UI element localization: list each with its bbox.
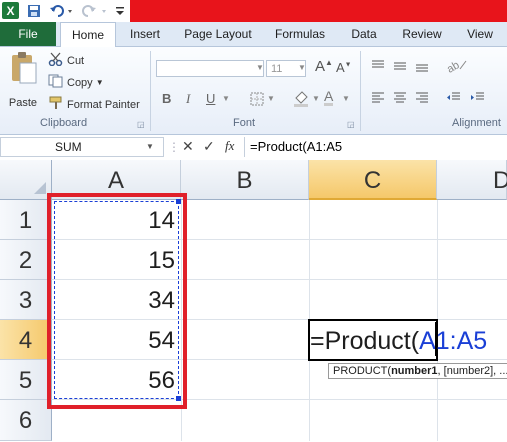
- tooltip-active-argument: number1: [391, 365, 438, 377]
- font-name-box[interactable]: [156, 60, 264, 77]
- formula-bar: SUM ▼ ⋮ ✕ ✓ fx =Product(A1:A5: [0, 135, 507, 161]
- group-separator: [360, 51, 361, 131]
- bold-button[interactable]: B: [162, 91, 171, 106]
- customize-quick-access-icon[interactable]: [114, 3, 126, 19]
- excel-logo-icon[interactable]: X: [2, 2, 19, 19]
- font-group-label: Font: [233, 117, 256, 129]
- divider: [244, 137, 245, 157]
- chevron-down-icon: ▼: [95, 78, 104, 87]
- chevron-down-icon[interactable]: ▼: [256, 63, 264, 72]
- tab-page-layout[interactable]: Page Layout: [178, 22, 258, 46]
- alignment-group-label: Alignment: [452, 117, 501, 129]
- row-header-5[interactable]: 5: [0, 360, 52, 400]
- worksheet-grid: A B C D 1 2 3 4 5 6 14 15 34 54 56 =Prod…: [0, 160, 507, 441]
- ribbon: Paste Cut Copy ▼ Format Painter Clipboar…: [0, 47, 507, 135]
- name-box-value: SUM: [55, 140, 82, 154]
- align-top-icon[interactable]: [370, 59, 386, 76]
- italic-button[interactable]: I: [186, 91, 190, 107]
- align-bottom-icon[interactable]: [414, 59, 430, 76]
- column-header-b[interactable]: B: [181, 160, 309, 200]
- select-all-corner[interactable]: [0, 160, 52, 200]
- text-cursor: [435, 322, 436, 356]
- borders-icon[interactable]: [250, 92, 264, 109]
- orientation-icon[interactable]: ab: [445, 57, 468, 76]
- formula-prefix: =Product(: [310, 327, 420, 355]
- paste-label: Paste: [8, 97, 38, 109]
- ribbon-tabs: File Home Insert Page Layout Formulas Da…: [0, 22, 507, 48]
- underline-button[interactable]: U: [206, 91, 215, 106]
- row-header-6[interactable]: 6: [0, 400, 52, 441]
- dialog-launcher-icon[interactable]: ◲: [137, 120, 145, 129]
- tab-formulas[interactable]: Formulas: [268, 22, 332, 46]
- tooltip-function-name: PRODUCT(: [333, 365, 392, 377]
- chevron-down-icon[interactable]: ▼: [298, 63, 306, 72]
- tab-review[interactable]: Review: [396, 22, 448, 46]
- insert-function-icon[interactable]: fx: [225, 138, 234, 154]
- dialog-launcher-icon[interactable]: ◲: [347, 120, 355, 129]
- chevron-down-icon[interactable]: ▼: [267, 94, 275, 103]
- cut-label: Cut: [67, 54, 85, 67]
- svg-text:ab: ab: [446, 59, 462, 73]
- align-middle-icon[interactable]: [392, 59, 408, 76]
- copy-label: Copy: [67, 76, 93, 89]
- row-header-3[interactable]: 3: [0, 280, 52, 320]
- chevron-down-icon[interactable]: ▼: [146, 142, 154, 151]
- paintbrush-icon: [48, 96, 64, 113]
- format-painter-button[interactable]: Format Painter: [48, 96, 140, 113]
- title-strip: [130, 0, 507, 22]
- copy-button[interactable]: Copy ▼: [48, 74, 104, 91]
- group-separator: [150, 51, 151, 131]
- row-header-2[interactable]: 2: [0, 240, 52, 280]
- tab-data[interactable]: Data: [344, 22, 384, 46]
- chevron-down-icon[interactable]: ▼: [342, 94, 350, 103]
- paste-button[interactable]: Paste: [6, 51, 40, 111]
- highlight-box: [47, 193, 187, 409]
- fill-color-icon[interactable]: [292, 89, 310, 110]
- shrink-font-icon[interactable]: A▼: [336, 60, 352, 75]
- cell-c4-editor[interactable]: =Product(A1:A5: [310, 320, 507, 360]
- column-header-c[interactable]: C: [309, 160, 437, 200]
- scissors-icon: [48, 52, 64, 69]
- grow-font-icon[interactable]: A▲: [315, 58, 333, 75]
- align-left-icon[interactable]: [370, 91, 386, 108]
- formula-range-ref: A1:A5: [419, 327, 488, 355]
- cancel-icon[interactable]: ✕: [182, 138, 194, 155]
- increase-indent-icon[interactable]: [470, 91, 486, 108]
- grip-icon: ⋮: [168, 140, 180, 154]
- function-tooltip[interactable]: PRODUCT(number1, [number2], ...: [328, 363, 507, 379]
- title-bar: X: [0, 0, 507, 22]
- tooltip-rest-arguments: , [number2], ...: [437, 365, 507, 377]
- font-size-value: 11: [271, 63, 283, 75]
- align-center-icon[interactable]: [392, 91, 408, 108]
- formula-input[interactable]: =Product(A1:A5: [250, 139, 342, 154]
- decrease-indent-icon[interactable]: [446, 91, 462, 108]
- tab-file[interactable]: File: [0, 22, 56, 46]
- cut-button[interactable]: Cut: [48, 52, 84, 69]
- name-box[interactable]: SUM: [0, 137, 164, 157]
- column-header-d[interactable]: D: [437, 160, 507, 200]
- enter-check-icon[interactable]: ✓: [203, 138, 215, 155]
- tab-view[interactable]: View: [460, 22, 500, 46]
- undo-icon[interactable]: [48, 3, 74, 19]
- row-header-4[interactable]: 4: [0, 320, 52, 360]
- save-icon[interactable]: [26, 3, 42, 19]
- tab-home[interactable]: Home: [60, 22, 116, 48]
- row-header-1[interactable]: 1: [0, 200, 52, 240]
- chevron-down-icon[interactable]: ▼: [222, 94, 230, 103]
- align-right-icon[interactable]: [414, 91, 430, 108]
- paste-icon: [8, 51, 38, 88]
- chevron-down-icon[interactable]: ▼: [312, 94, 320, 103]
- redo-icon[interactable]: [80, 3, 110, 19]
- font-color-icon[interactable]: A: [324, 89, 334, 106]
- tab-insert[interactable]: Insert: [122, 22, 168, 46]
- copy-icon: [48, 74, 64, 91]
- format-painter-label: Format Painter: [67, 98, 140, 111]
- clipboard-group-label: Clipboard: [40, 117, 88, 129]
